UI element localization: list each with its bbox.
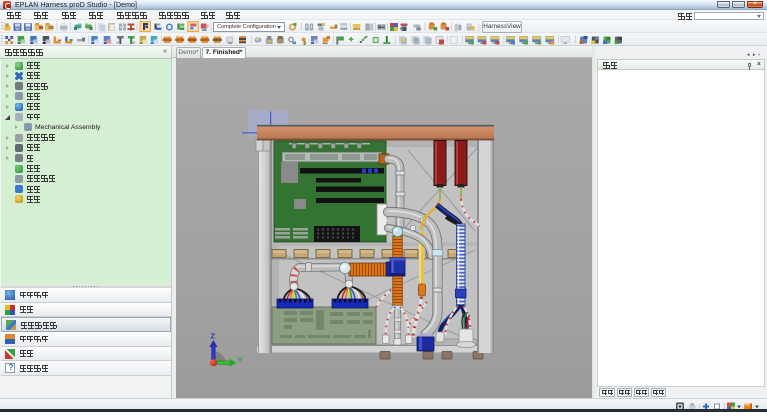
svg-text:Z: Z xyxy=(211,332,216,341)
svg-text:Y: Y xyxy=(238,355,243,364)
